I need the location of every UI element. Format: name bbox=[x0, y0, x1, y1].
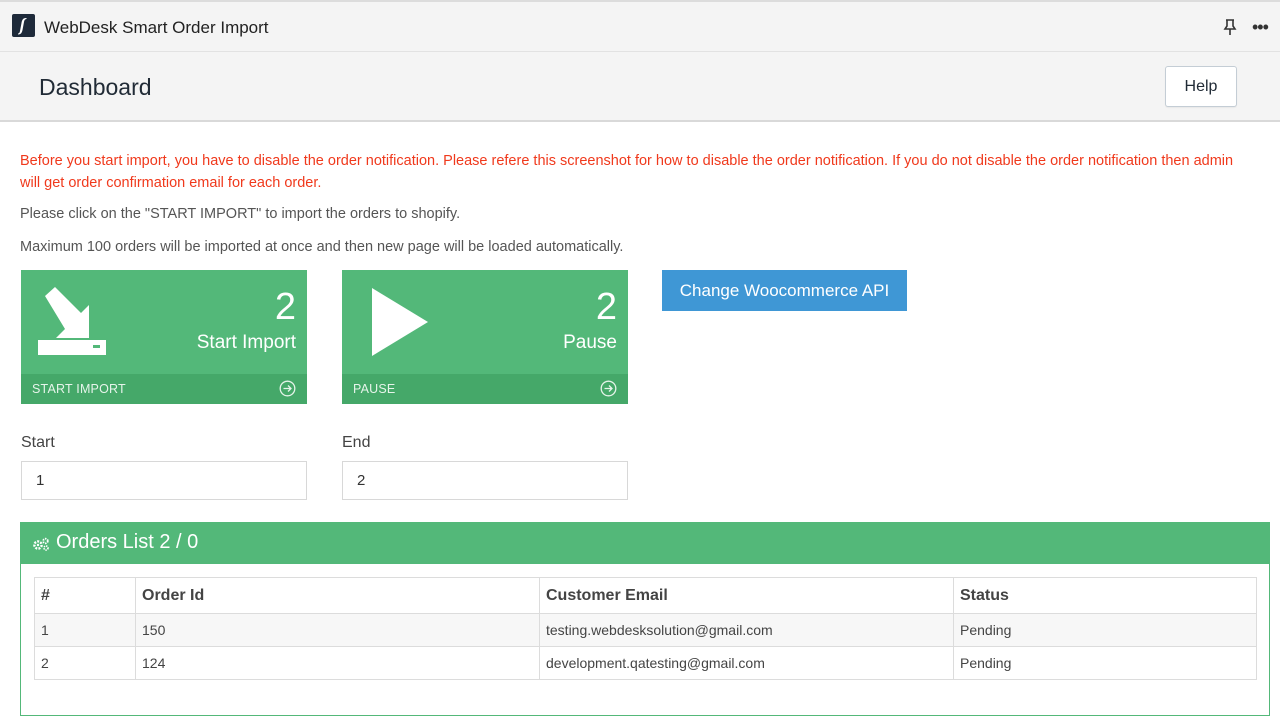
order-id: 150 bbox=[135, 613, 540, 647]
order-status: Pending bbox=[953, 646, 1257, 680]
orders-list-header: Orders List 2 / 0 bbox=[21, 523, 1269, 564]
customer-email: development.qatesting@gmail.com bbox=[539, 646, 954, 680]
play-icon bbox=[371, 288, 429, 361]
import-count: 2 bbox=[274, 286, 296, 328]
webdesk-logo-icon bbox=[12, 14, 35, 37]
more-options-icon[interactable]: ••• bbox=[1252, 18, 1269, 36]
start-import-footer[interactable]: START IMPORT bbox=[21, 374, 307, 404]
start-import-label: Start Import bbox=[196, 332, 296, 353]
notification-warning: Before you start import, you have to dis… bbox=[20, 153, 1234, 191]
column-header: Customer Email bbox=[539, 577, 954, 614]
app-topbar: WebDesk Smart Order Import ••• bbox=[0, 0, 1280, 52]
page-title: Dashboard bbox=[39, 74, 152, 100]
row-number: 1 bbox=[34, 613, 136, 647]
start-label: Start bbox=[21, 434, 55, 451]
customer-email: testing.webdesksolution@gmail.com bbox=[539, 613, 954, 647]
arrow-circle-right-icon bbox=[279, 380, 296, 397]
pause-tile[interactable]: 2 Pause PAUSE bbox=[342, 270, 628, 404]
app-title: WebDesk Smart Order Import bbox=[44, 18, 269, 37]
orders-list-title: Orders List 2 / 0 bbox=[56, 531, 199, 553]
order-status: Pending bbox=[953, 613, 1257, 647]
help-button[interactable]: Help bbox=[1165, 66, 1237, 107]
table-row: 2 124 development.qatesting@gmail.com Pe… bbox=[34, 646, 1257, 680]
start-import-footer-text: START IMPORT bbox=[32, 382, 126, 396]
column-header: Order Id bbox=[135, 577, 540, 614]
change-woocommerce-api-button[interactable]: Change Woocommerce API bbox=[662, 270, 907, 311]
pause-footer-text: PAUSE bbox=[353, 382, 396, 396]
orders-list-panel: Orders List 2 / 0 # Order Id Customer Em… bbox=[20, 522, 1270, 716]
start-input[interactable] bbox=[21, 461, 307, 500]
end-input[interactable] bbox=[342, 461, 628, 500]
max-orders-info: Maximum 100 orders will be imported at o… bbox=[20, 239, 624, 255]
pause-footer[interactable]: PAUSE bbox=[342, 374, 628, 404]
pause-count: 2 bbox=[595, 286, 617, 328]
orders-table: # Order Id Customer Email Status 1 150 t… bbox=[34, 577, 1257, 680]
arrow-circle-right-icon bbox=[600, 380, 617, 397]
column-header: # bbox=[34, 577, 136, 614]
page-header: Dashboard Help bbox=[0, 52, 1280, 122]
pause-label: Pause bbox=[563, 332, 617, 353]
row-number: 2 bbox=[34, 646, 136, 680]
table-row: 1 150 testing.webdesksolution@gmail.com … bbox=[34, 613, 1257, 647]
pin-icon[interactable] bbox=[1222, 18, 1238, 36]
gears-icon bbox=[32, 536, 50, 552]
table-header-row: # Order Id Customer Email Status bbox=[34, 577, 1257, 614]
start-import-tile[interactable]: 2 Start Import START IMPORT bbox=[21, 270, 307, 404]
column-header: Status bbox=[953, 577, 1257, 614]
start-import-instruction: Please click on the "START IMPORT" to im… bbox=[20, 206, 461, 222]
import-arrow-icon bbox=[37, 282, 109, 361]
order-id: 124 bbox=[135, 646, 540, 680]
end-label: End bbox=[342, 434, 371, 451]
